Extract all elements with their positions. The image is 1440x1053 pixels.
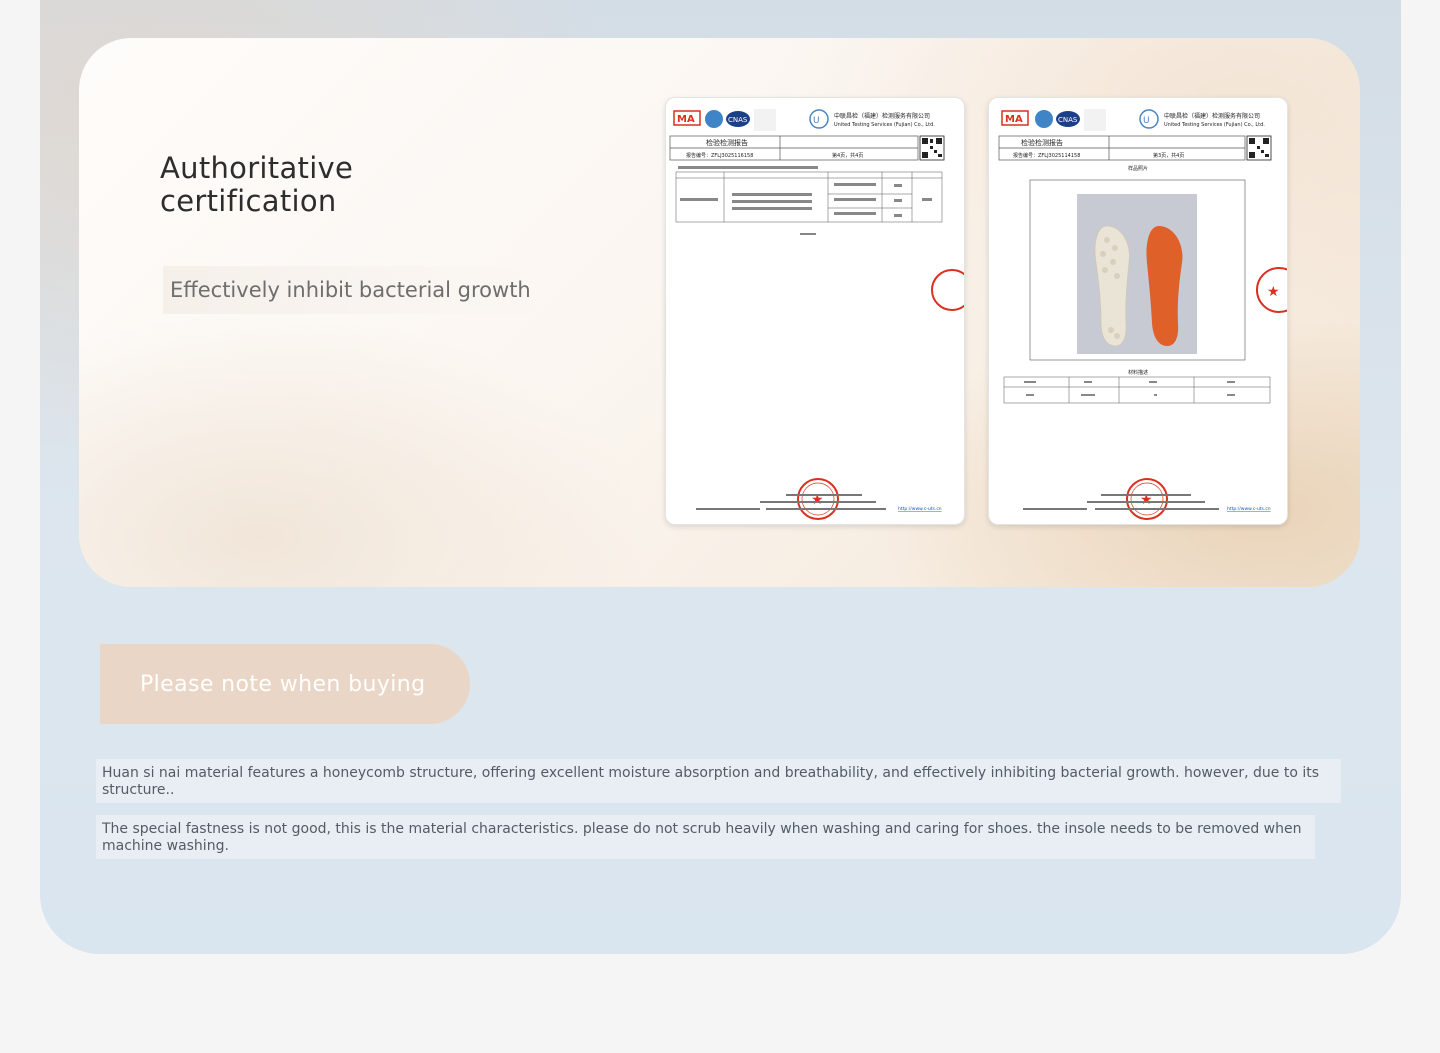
- svg-text:★: ★: [1267, 284, 1280, 300]
- company-name-en: United Testing Services (Fujian) Co., Lt…: [834, 122, 935, 128]
- certificate-2-drawing: MA CNAS U 中联昌检（福建）检测服务有限公司 United Testin…: [998, 109, 1287, 520]
- website-link: http://www.c-uts.cn: [1227, 506, 1271, 512]
- page-number: 第4页，共4页: [832, 152, 863, 159]
- svg-text:MA: MA: [677, 114, 695, 125]
- svg-text:U: U: [1143, 116, 1150, 126]
- certificate-page-1[interactable]: MA CNAS U 中联昌检（福建）检测服务有限公司 United Testin…: [665, 97, 965, 525]
- purchase-notes-heading-text: Please note when buying: [140, 671, 426, 697]
- section-title: Authoritative certification: [160, 151, 354, 218]
- sample-photo-label: 样品照片: [1128, 165, 1148, 172]
- ilac-logo: [705, 110, 723, 128]
- accreditation-text: [1084, 109, 1106, 131]
- company-name-cn: 中联昌检（福建）检测服务有限公司: [834, 112, 930, 120]
- official-seal-icon: ★: [797, 478, 839, 520]
- qr-code: [919, 135, 945, 161]
- report-title: 检验检测报告: [1021, 138, 1063, 147]
- report-number: 报告编号：ZFLJ3025114158: [1013, 152, 1080, 159]
- side-seal: [931, 269, 964, 311]
- company-name-en: United Testing Services (Fujian) Co., Lt…: [1164, 122, 1265, 128]
- material-description-label: 材料描述: [1128, 369, 1148, 376]
- company-name-cn: 中联昌检（福建）检测服务有限公司: [1164, 112, 1260, 120]
- section-subtitle: Effectively inhibit bacterial growth: [163, 266, 538, 314]
- note-paragraph-1: Huan si nai material features a honeycom…: [96, 759, 1341, 803]
- results-table: [675, 171, 943, 223]
- svg-text:MA: MA: [1005, 114, 1023, 125]
- official-seal-icon: ★: [1126, 478, 1168, 520]
- certificate-1-drawing: MA CNAS U 中联昌检（福建）检测服务有限公司 United Testin…: [669, 109, 964, 520]
- report-number: 报告编号：ZFLJ3025116158: [686, 152, 753, 159]
- side-seal-icon: ★: [1256, 267, 1287, 313]
- note-paragraph-2: The special fastness is not good, this i…: [96, 815, 1315, 859]
- accreditation-text: [754, 109, 776, 131]
- website-link: http://www.c-uts.cn: [898, 506, 942, 512]
- svg-text:U: U: [813, 116, 820, 126]
- material-table: [1003, 376, 1271, 404]
- page-number: 第3页，共4页: [1153, 152, 1184, 159]
- svg-text:CNAS: CNAS: [1058, 116, 1078, 124]
- qr-code: [1246, 135, 1272, 161]
- purchase-notes-heading: Please note when buying: [100, 644, 470, 724]
- report-title: 检验检测报告: [706, 138, 748, 147]
- svg-text:CNAS: CNAS: [728, 116, 748, 124]
- ilac-logo: [1035, 110, 1053, 128]
- certificate-page-2[interactable]: MA CNAS U 中联昌检（福建）检测服务有限公司 United Testin…: [988, 97, 1288, 525]
